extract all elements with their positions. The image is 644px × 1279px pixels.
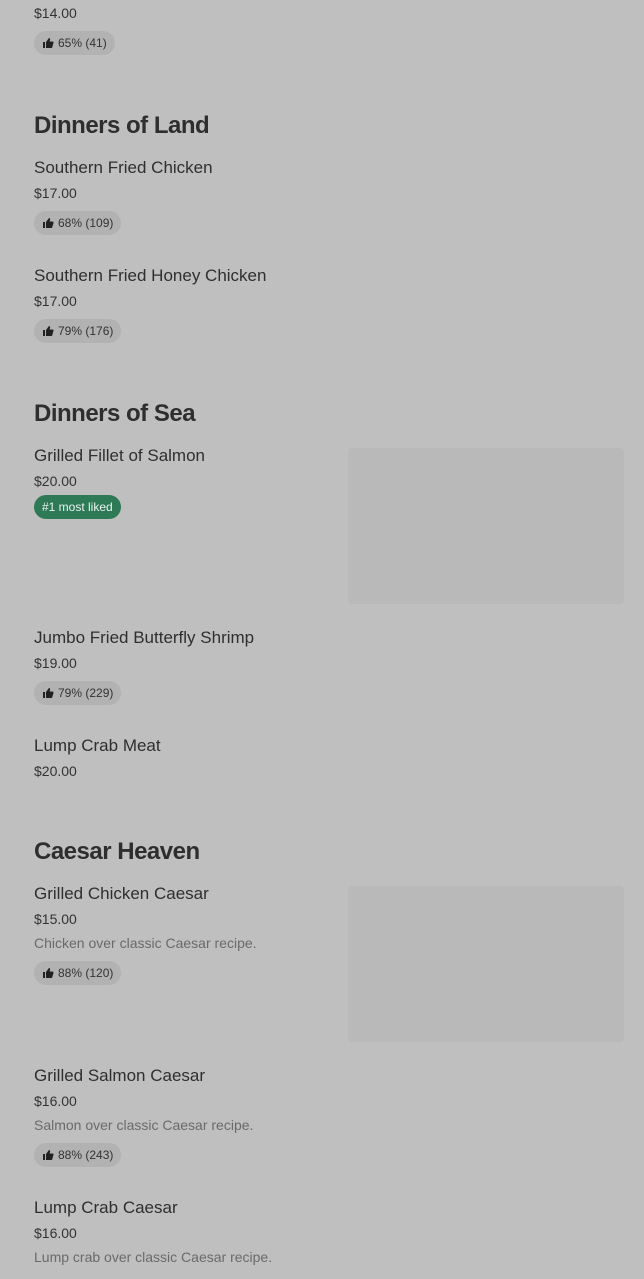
rating-badge: 68% (109) [34, 211, 122, 235]
item-description: Salmon over classic Caesar recipe. [34, 1117, 254, 1133]
rating-badge: 88% (120) [34, 961, 122, 985]
item-name: Southern Fried Honey Chicken [34, 266, 267, 285]
item-price: $15.00 [34, 911, 77, 927]
item-name: Grilled Fillet of Salmon [34, 446, 206, 465]
item-name: Grilled Chicken Caesar [34, 884, 209, 903]
item-price: $16.00 [34, 1093, 77, 1109]
rating-text: 68% (109) [58, 216, 114, 230]
section-title-sea: Dinners of Sea [34, 400, 196, 427]
rating-text: 79% (229) [58, 686, 114, 700]
item-price: $19.00 [34, 655, 77, 671]
item-price: $17.00 [34, 185, 77, 201]
most-liked-badge: #1 most liked [34, 495, 121, 519]
rating-text: 65% (41) [58, 36, 107, 50]
rating-badge: 88% (243) [34, 1143, 122, 1167]
rating-text: 79% (176) [58, 324, 114, 338]
rating-badge: 65% (41) [34, 31, 115, 55]
item-price: $16.00 [34, 1225, 77, 1241]
item-description: Chicken over classic Caesar recipe. [34, 935, 257, 951]
rating-text: 88% (243) [58, 1148, 114, 1162]
rating-badge: 79% (229) [34, 681, 122, 705]
thumbs-up-icon [43, 218, 54, 228]
item-price: $14.00 [34, 5, 77, 21]
menu-page: $14.00 65% (41) Dinners of Land Southern… [0, 0, 644, 1279]
rating-badge: 79% (176) [34, 319, 122, 343]
thumbs-up-icon [43, 688, 54, 698]
thumbs-up-icon [43, 326, 54, 336]
item-description: Lump crab over classic Caesar recipe. [34, 1249, 273, 1265]
item-name: Lump Crab Caesar [34, 1198, 178, 1217]
thumbs-up-icon [43, 968, 54, 978]
rating-text: 88% (120) [58, 966, 114, 980]
item-image [348, 448, 624, 604]
item-name: Jumbo Fried Butterfly Shrimp [34, 628, 255, 647]
thumbs-up-icon [43, 38, 54, 48]
item-name: Southern Fried Chicken [34, 158, 213, 177]
item-name: Lump Crab Meat [34, 736, 161, 755]
item-name: Grilled Salmon Caesar [34, 1066, 206, 1085]
item-price: $17.00 [34, 293, 77, 309]
section-title-caesar: Caesar Heaven [34, 838, 200, 865]
item-price: $20.00 [34, 473, 77, 489]
item-image [348, 886, 624, 1042]
section-title-land: Dinners of Land [34, 112, 210, 139]
item-price: $20.00 [34, 763, 77, 779]
thumbs-up-icon [43, 1150, 54, 1160]
